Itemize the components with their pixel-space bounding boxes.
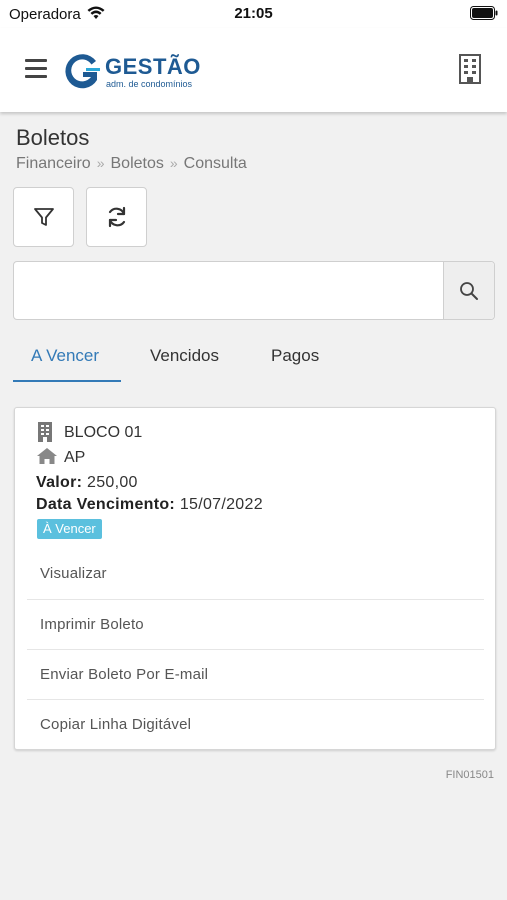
search-button[interactable] xyxy=(443,262,494,319)
tab-vencidos[interactable]: Vencidos xyxy=(150,346,219,366)
valor-label: Valor: xyxy=(36,474,83,491)
tab-a-vencer[interactable]: A Vencer xyxy=(31,346,99,366)
breadcrumb-separator-icon: » xyxy=(96,155,105,171)
imprimir-boleto-action[interactable]: Imprimir Boleto xyxy=(27,599,484,649)
boleto-card: BLOCO 01 AP Valor: 250,00 Data Venciment… xyxy=(14,407,496,750)
vencimento-row: Data Vencimento: 15/07/2022 xyxy=(36,496,263,514)
brand-logo: GESTÃO adm. de condomínios xyxy=(62,52,212,92)
menu-icon[interactable] xyxy=(25,59,47,79)
refresh-button[interactable] xyxy=(86,187,147,247)
copiar-linha-action[interactable]: Copiar Linha Digitável xyxy=(27,699,484,749)
block-name: BLOCO 01 xyxy=(64,424,143,441)
valor-row: Valor: 250,00 xyxy=(36,474,138,492)
app-header: GESTÃO adm. de condomínios xyxy=(0,28,507,112)
breadcrumb-item[interactable]: Boletos xyxy=(111,155,164,172)
house-icon xyxy=(36,447,58,470)
tab-pagos[interactable]: Pagos xyxy=(271,346,319,366)
vencimento-label: Data Vencimento: xyxy=(36,496,176,513)
page-code: FIN01501 xyxy=(445,769,494,781)
search-input[interactable] xyxy=(14,262,444,319)
unit-name: AP xyxy=(64,449,86,466)
status-bar: Operadora 21:05 xyxy=(0,0,507,28)
battery-icon xyxy=(470,6,498,25)
valor-value: 250,00 xyxy=(87,474,138,491)
breadcrumb-item: Consulta xyxy=(183,155,247,172)
enviar-email-action[interactable]: Enviar Boleto Por E-mail xyxy=(27,649,484,699)
visualizar-action[interactable]: Visualizar xyxy=(27,549,484,599)
search-icon xyxy=(460,281,478,300)
vencimento-value: 15/07/2022 xyxy=(179,496,263,513)
status-tabs: A Vencer Vencidos Pagos xyxy=(13,336,495,382)
status-time: 21:05 xyxy=(234,5,273,22)
logo-subtitle: adm. de condomínios xyxy=(106,79,193,89)
breadcrumb-item[interactable]: Financeiro xyxy=(16,155,91,172)
logo-text: GESTÃO xyxy=(105,54,201,79)
filter-icon xyxy=(33,208,54,226)
building-icon[interactable] xyxy=(457,54,483,89)
breadcrumb-separator-icon: » xyxy=(169,155,178,171)
search-bar xyxy=(13,261,495,320)
filter-button[interactable] xyxy=(13,187,74,247)
page-title: Boletos xyxy=(16,125,90,150)
logo-mark-icon xyxy=(65,54,100,89)
building-icon xyxy=(36,422,54,447)
status-badge: À Vencer xyxy=(37,519,102,539)
refresh-icon xyxy=(108,206,125,228)
active-tab-indicator xyxy=(13,380,121,382)
breadcrumb: Financeiro » Boletos » Consulta xyxy=(16,155,247,173)
